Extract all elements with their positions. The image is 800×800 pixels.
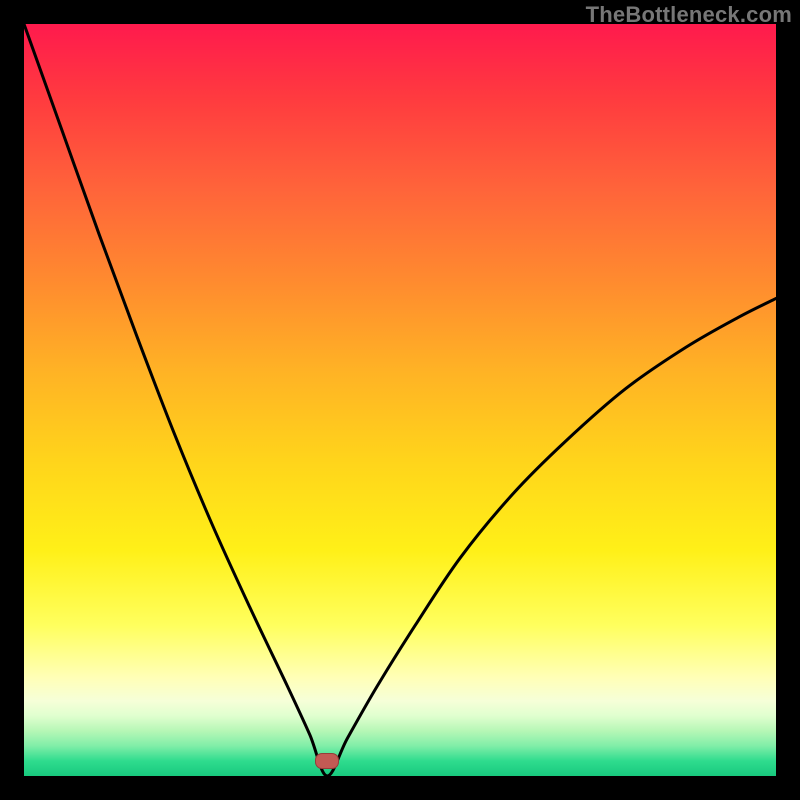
bottleneck-curve [24,24,776,776]
plot-area [24,24,776,776]
watermark-text: TheBottleneck.com [586,2,792,28]
optimal-point-marker [315,753,339,769]
chart-frame: TheBottleneck.com [0,0,800,800]
